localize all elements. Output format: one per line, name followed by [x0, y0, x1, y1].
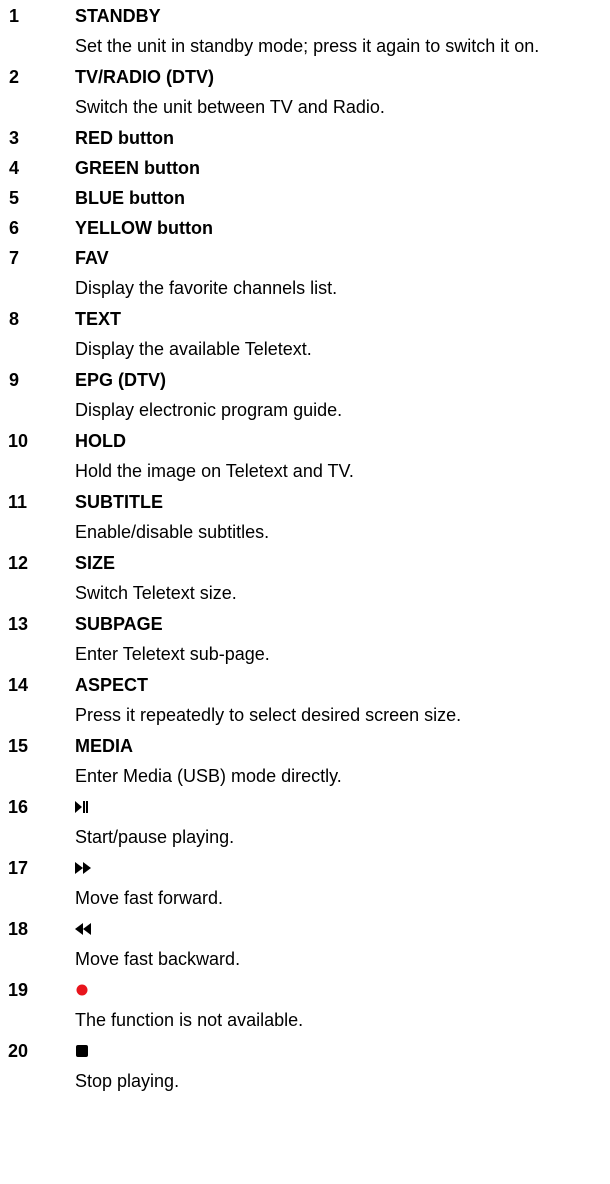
list-item: 14 ASPECT Press it repeatedly to select d…	[0, 670, 610, 731]
list-item: 4 GREEN button	[0, 153, 610, 183]
item-title: ASPECT	[75, 675, 149, 695]
item-number: 13	[8, 614, 29, 634]
item-number: 18	[8, 919, 29, 939]
list-item: 3 RED button	[0, 123, 610, 153]
item-description: The function is not available.	[75, 1010, 304, 1030]
item-title: HOLD	[75, 431, 126, 451]
item-number: 17	[8, 858, 29, 878]
item-number: 6	[9, 218, 20, 238]
item-description: Move fast backward.	[75, 949, 241, 969]
item-number: 16	[8, 797, 29, 817]
list-item: 9 EPG (DTV) Display electronic program gu…	[0, 365, 610, 426]
item-number: 12	[8, 553, 29, 573]
item-title: SIZE	[75, 553, 116, 573]
play-pause-icon	[75, 792, 89, 822]
item-title: YELLOW button	[75, 218, 213, 238]
list-item: 16 Start/pause playing.	[0, 792, 610, 853]
list-item: 12 SIZE Switch Teletext size.	[0, 548, 610, 609]
item-description: Move fast forward.	[75, 888, 224, 908]
list-item: 20 Stop playing.	[0, 1036, 610, 1097]
remote-key-list: 1 STANDBY Set the unit in standby mode; p…	[0, 0, 610, 1097]
item-title: FAV	[75, 248, 109, 268]
item-title: SUBTITLE	[75, 492, 163, 512]
list-item: 1 STANDBY Set the unit in standby mode; p…	[0, 1, 610, 62]
item-description: Display the favorite channels list.	[75, 278, 338, 298]
fast-backward-icon	[75, 914, 93, 944]
list-item: 10 HOLD Hold the image on Teletext and TV…	[0, 426, 610, 487]
item-title: RED button	[75, 128, 174, 148]
list-item: 11 SUBTITLE Enable/disable subtitles.	[0, 487, 610, 548]
item-description: Display electronic program guide.	[75, 400, 343, 420]
item-number: 7	[9, 248, 20, 268]
item-number: 19	[8, 980, 29, 1000]
item-description: Switch Teletext size.	[75, 583, 237, 603]
list-item: 13 SUBPAGE Enter Teletext sub-page.	[0, 609, 610, 670]
item-number: 3	[9, 128, 20, 148]
list-item: 15 MEDIA Enter Media (USB) mode directly.	[0, 731, 610, 792]
list-item: 6 YELLOW button	[0, 213, 610, 243]
list-item: 2 TV/RADIO (DTV) Switch the unit between …	[0, 62, 610, 123]
item-title: SUBPAGE	[75, 614, 163, 634]
item-description: Enable/disable subtitles.	[75, 522, 270, 542]
item-description: Display the available Teletext.	[75, 339, 312, 359]
item-description: Switch the unit between TV and Radio.	[75, 97, 385, 117]
item-number: 8	[9, 309, 20, 329]
fast-forward-icon	[75, 853, 93, 883]
list-item: 5 BLUE button	[0, 183, 610, 213]
item-description: Enter Media (USB) mode directly.	[75, 766, 342, 786]
item-title: TV/RADIO (DTV)	[75, 67, 214, 87]
item-description: Press it repeatedly to select desired sc…	[75, 705, 462, 725]
list-item: 17 Move fast forward.	[0, 853, 610, 914]
item-number: 10	[8, 431, 29, 451]
list-item: 8 TEXT Display the available Teletext.	[0, 304, 610, 365]
item-description: Enter Teletext sub-page.	[75, 644, 270, 664]
record-icon	[75, 975, 89, 1005]
item-description: Stop playing.	[75, 1071, 180, 1091]
stop-icon	[75, 1036, 89, 1066]
item-number: 15	[8, 736, 29, 756]
list-item: 19 The function is not available.	[0, 975, 610, 1036]
item-title: EPG (DTV)	[75, 370, 167, 390]
item-description: Set the unit in standby mode; press it a…	[75, 36, 540, 56]
item-number: 2	[9, 67, 20, 87]
item-number: 9	[9, 370, 20, 390]
item-title: STANDBY	[75, 6, 161, 26]
list-item: 7 FAV Display the favorite channels list.	[0, 243, 610, 304]
item-title: TEXT	[75, 309, 122, 329]
item-description: Start/pause playing.	[75, 827, 235, 847]
item-number: 20	[8, 1041, 29, 1061]
item-number: 14	[8, 675, 29, 695]
item-number: 5	[9, 188, 20, 208]
item-number: 4	[9, 158, 20, 178]
item-number: 11	[8, 492, 28, 512]
item-title: BLUE button	[75, 188, 185, 208]
list-item: 18 Move fast backward.	[0, 914, 610, 975]
item-title: GREEN button	[75, 158, 200, 178]
item-number: 1	[9, 6, 20, 26]
item-description: Hold the image on Teletext and TV.	[75, 461, 354, 481]
item-title: MEDIA	[75, 736, 133, 756]
